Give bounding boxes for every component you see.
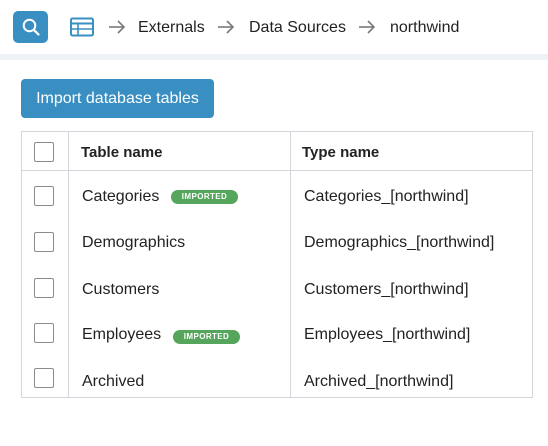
breadcrumb-arrow-icon	[218, 20, 235, 34]
breadcrumb-current: northwind	[390, 19, 460, 36]
table-name-cell: Archived	[82, 373, 145, 390]
column-divider	[68, 132, 69, 397]
breadcrumb-arrow-icon	[109, 20, 126, 34]
type-name-cell: Categories_[northwind]	[304, 188, 469, 205]
column-header-table-name[interactable]: Table name	[81, 144, 162, 161]
breadcrumb-data-sources[interactable]: Data Sources	[249, 18, 346, 38]
breadcrumb-externals[interactable]: Externals	[138, 18, 205, 38]
table-name-cell: Employees	[82, 326, 162, 343]
imported-badge: IMPORTED	[171, 190, 238, 204]
row-checkbox[interactable]	[34, 323, 54, 343]
imported-badge: IMPORTED	[173, 330, 240, 344]
row-checkbox[interactable]	[34, 186, 54, 206]
search-button[interactable]	[13, 11, 48, 43]
table-name-cell: Demographics	[82, 234, 186, 251]
select-all-checkbox[interactable]	[34, 142, 54, 162]
search-icon	[22, 18, 40, 36]
header-divider	[22, 170, 532, 171]
type-name-cell: Employees_[northwind]	[304, 326, 471, 343]
table-icon[interactable]	[70, 17, 94, 37]
row-checkbox[interactable]	[34, 232, 54, 252]
table-name-cell: Customers	[82, 281, 160, 298]
type-name-cell: Archived_[northwind]	[304, 373, 454, 390]
column-header-type-name[interactable]: Type name	[302, 144, 379, 161]
column-divider	[290, 132, 291, 397]
row-checkbox[interactable]	[34, 368, 54, 388]
row-checkbox[interactable]	[34, 278, 54, 298]
type-name-cell: Customers_[northwind]	[304, 281, 469, 298]
type-name-cell: Demographics_[northwind]	[304, 234, 495, 251]
top-bar-divider	[0, 54, 548, 60]
import-tables-button[interactable]: Import database tables	[21, 79, 214, 118]
table-name-cell: Categories	[82, 188, 160, 205]
breadcrumb-arrow-icon	[359, 20, 376, 34]
tables-grid: Table name Type name Categories IMPORTED…	[21, 131, 533, 398]
top-bar: Externals Data Sources northwind	[0, 0, 548, 54]
